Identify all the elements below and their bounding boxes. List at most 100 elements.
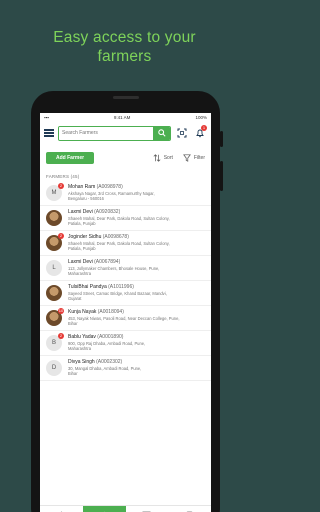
farmer-name-line: Laxmi Devi (A0920832)	[68, 209, 205, 216]
power-button	[220, 161, 223, 191]
search-input[interactable]	[59, 126, 153, 140]
farmer-id: (A0001890)	[97, 334, 124, 340]
farmer-avatar: M2	[46, 183, 64, 201]
sort-label: Sort	[163, 155, 173, 161]
nav-tab-home[interactable]: Home	[40, 506, 83, 512]
farmer-name-line: Bablu Yadav (A0001890)	[68, 334, 205, 341]
farmer-avatar: B2	[46, 333, 64, 351]
avatar-initial: L	[52, 265, 56, 271]
farmer-name-line: Kunja Nayak (A0018094)	[68, 309, 205, 316]
search-box	[58, 125, 171, 141]
farmer-name: Kunja Nayak	[68, 309, 97, 315]
notifications-button[interactable]: 1	[193, 125, 207, 140]
farmer-name-line: TulsiBhai Pandya (A1011996)	[68, 284, 205, 291]
farmer-id: (A0018094)	[97, 309, 124, 315]
farmer-info: Laxmi Devi (A0067894) 113, Jollymaker Cha…	[68, 259, 205, 276]
farmer-list-item[interactable]: D Divya Singh (A0002302) 30, Mangal Dhaba,…	[40, 356, 211, 381]
farmer-id: (A0067894)	[94, 259, 121, 265]
farmer-id: (A0098678)	[102, 234, 129, 240]
sort-button[interactable]: Sort	[153, 154, 173, 162]
farmer-list: M 2 Mohan Ram (A0098978) Akshaya Nagar, 3rd…	[40, 181, 211, 381]
farmer-avatar: 2	[46, 233, 64, 251]
farmer-badge: 10	[58, 308, 64, 314]
farmer-id: (A0002302)	[96, 359, 123, 365]
farmer-address-line-2: Maharashtra	[68, 271, 91, 277]
avatar-initial: B	[51, 340, 56, 346]
phone-frame: ▪▪▪ 9:41 AM 100% 1 Add Farmer	[31, 91, 223, 512]
farmer-name-line: Joginder Sidhu (A0098678)	[68, 234, 205, 241]
farmer-address-line-2: Bihar	[68, 371, 78, 377]
farmer-avatar	[46, 210, 62, 226]
farmer-name: TulsiBhai Pandya	[68, 284, 107, 290]
farmer-badge: 2	[58, 333, 64, 339]
farmers-count-heading: FARMERS (45)	[46, 174, 80, 179]
avatar-initial: D	[51, 365, 57, 371]
farmer-address-line-2: Patiala, Punjab	[68, 221, 96, 227]
nav-tab-farmers[interactable]: Farmers	[82, 506, 126, 512]
volume-button	[220, 131, 223, 147]
headline-line-2: farmers	[97, 48, 152, 65]
farmer-info: Laxmi Devi (A0920832) Shaeeh Mahal, Dear …	[68, 209, 205, 226]
farmer-address-line-2: Patiala, Punjab	[68, 246, 96, 252]
scan-button[interactable]	[175, 126, 189, 140]
promo-headline: Easy access to your farmers	[0, 28, 249, 66]
farmer-id: (A1011996)	[108, 284, 134, 290]
farmer-name-line: Laxmi Devi (A0067894)	[68, 259, 205, 266]
farmer-id: (A0920832)	[94, 209, 121, 215]
farmer-info: Mohan Ram (A0098978) Akshaya Nagar, 3rd C…	[68, 184, 205, 201]
filter-button[interactable]: Filter	[182, 154, 205, 162]
status-time: 9:41 AM	[113, 115, 131, 120]
farmer-avatar	[46, 285, 62, 301]
sort-icon	[153, 154, 161, 162]
farmer-badge: 2	[58, 183, 64, 189]
app-screen: ▪▪▪ 9:41 AM 100% 1 Add Farmer	[40, 113, 211, 512]
farmer-avatar: L	[46, 260, 62, 276]
farmer-address-line-2: Maharashtra	[68, 346, 91, 352]
farmer-address-line-2: Bihar	[68, 321, 78, 327]
farmer-avatar: D	[46, 360, 62, 376]
farmer-name-line: Mohan Ram (A0098978)	[68, 184, 205, 191]
nav-tab-tasks[interactable]: Tasks	[168, 506, 211, 512]
farmer-badge: 2	[58, 233, 64, 239]
headline-line-1: Easy access to your	[53, 29, 196, 46]
filter-icon	[182, 154, 191, 162]
farmer-list-item[interactable]: L Laxmi Devi (A0067894) 113, Jollymaker Ch…	[40, 256, 211, 281]
farmer-name: Joginder Sidhu	[68, 234, 102, 240]
farmer-name: Laxmi Devi	[68, 209, 93, 215]
farmer-info: Kunja Nayak (A0018094) 453, Nayak Niwas, …	[68, 309, 205, 326]
farmer-info: Bablu Yadav (A0001890) 900, Opp Raj Dhaba…	[68, 334, 205, 351]
top-bar: 1	[40, 122, 211, 144]
farmer-info: Divya Singh (A0002302) 30, Mangal Dhaba, …	[68, 359, 205, 376]
farmer-id: (A0098978)	[96, 184, 123, 190]
farmer-info: TulsiBhai Pandya (A1011996) Sayeed Street…	[68, 284, 205, 301]
farmer-name: Divya Singh	[68, 359, 95, 365]
farmer-info: Joginder Sidhu (A0098678) Shaeeh Mahal, D…	[68, 234, 205, 251]
status-bar: ▪▪▪ 9:41 AM 100%	[40, 113, 211, 122]
farmer-address-line-2: Gujarat	[68, 296, 82, 302]
phone-speaker	[113, 96, 139, 99]
farmer-avatar: 10	[46, 308, 64, 326]
search-icon	[157, 129, 166, 137]
signal-icon: ▪▪▪	[44, 115, 49, 120]
farmer-address-line-2: Bengaluru - 560016	[68, 196, 104, 202]
battery-level: 100%	[195, 115, 207, 120]
search-button[interactable]	[153, 126, 170, 140]
action-bar: Add Farmer Sort Filter	[40, 144, 211, 170]
farmer-name: Mohan Ram	[68, 184, 96, 190]
farmer-list-item[interactable]: 10 Kunja Nayak (A0018094) 453, Nayak Niwas…	[40, 306, 211, 331]
scan-icon	[177, 128, 187, 138]
farmer-list-item[interactable]: TulsiBhai Pandya (A1011996) Sayeed Street…	[40, 281, 211, 306]
bottom-navigation: HomeFarmersAssetsTasks	[40, 505, 211, 512]
farmer-name: Bablu Yadav	[68, 334, 96, 340]
nav-tab-assets[interactable]: Assets	[126, 506, 169, 512]
farmer-list-item[interactable]: Laxmi Devi (A0920832) Shaeeh Mahal, Dear …	[40, 206, 211, 231]
farmer-name: Laxmi Devi	[68, 259, 93, 265]
farmer-list-item[interactable]: B 2 Bablu Yadav (A0001890) 900, Opp Raj Dha…	[40, 331, 211, 356]
add-farmer-button[interactable]: Add Farmer	[46, 152, 95, 164]
avatar-initial: M	[51, 190, 57, 196]
menu-icon[interactable]	[44, 129, 54, 137]
farmer-list-item[interactable]: 2 Joginder Sidhu (A0098678) Shaeeh Mahal, …	[40, 231, 211, 256]
farmer-name-line: Divya Singh (A0002302)	[68, 359, 205, 366]
farmer-list-item[interactable]: M 2 Mohan Ram (A0098978) Akshaya Nagar, 3rd…	[40, 181, 211, 206]
sort-filter-group: Sort Filter	[153, 154, 205, 162]
